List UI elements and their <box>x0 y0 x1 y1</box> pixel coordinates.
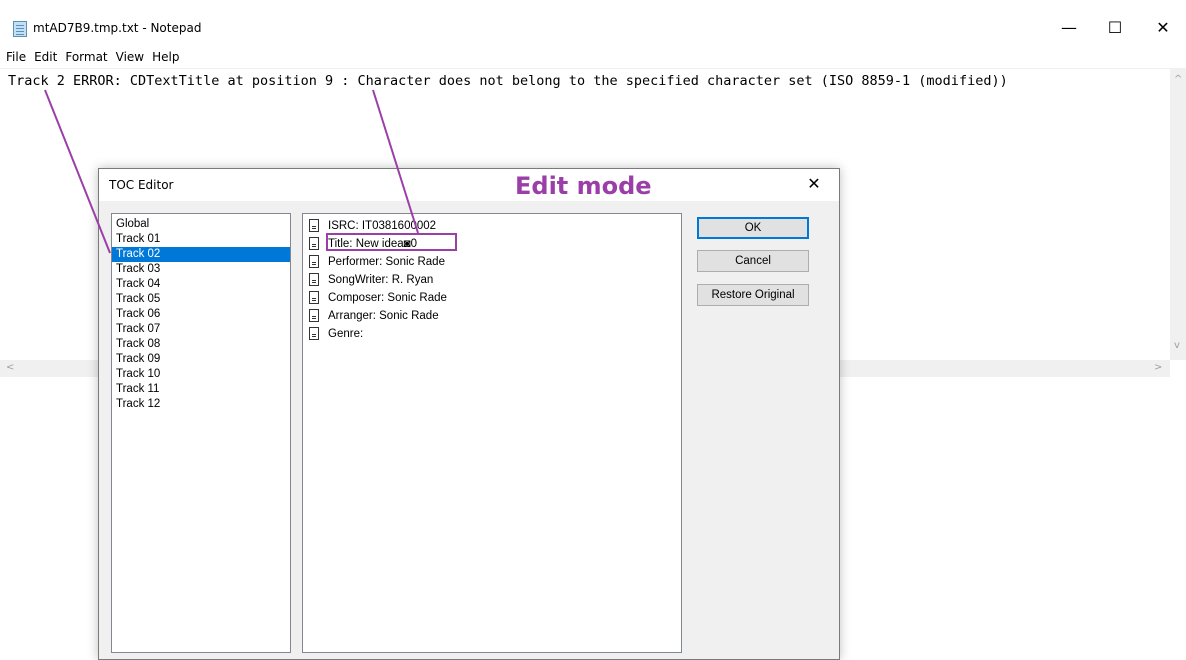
cancel-button[interactable]: Cancel <box>697 250 809 272</box>
document-icon <box>309 237 319 250</box>
field-arranger-label: Arranger: Sonic Rade <box>328 310 439 322</box>
scroll-down-icon[interactable]: v <box>1174 340 1180 351</box>
vertical-scrollbar[interactable]: ^ v <box>1170 68 1186 360</box>
cd-text-field-list[interactable]: ISRC: IT0381600002 Title: New idea◙0 Per… <box>302 213 682 653</box>
track-item-03[interactable]: Track 03 <box>112 262 290 277</box>
track-item-global[interactable]: Global <box>112 217 290 232</box>
track-item-05[interactable]: Track 05 <box>112 292 290 307</box>
track-item-06[interactable]: Track 06 <box>112 307 290 322</box>
edit-mode-annotation: Edit mode <box>515 172 652 200</box>
document-icon <box>309 219 319 232</box>
document-icon <box>309 291 319 304</box>
document-icon <box>309 327 319 340</box>
error-text: Track 2 ERROR: CDTextTitle at position 9… <box>8 73 1008 89</box>
toc-editor-dialog: TOC Editor ✕ Global Track 01 Track 02 Tr… <box>98 168 840 660</box>
scroll-left-icon[interactable]: < <box>6 362 14 373</box>
field-performer[interactable]: Performer: Sonic Rade <box>303 253 681 271</box>
window-title: mtAD7B9.tmp.txt - Notepad <box>33 21 202 35</box>
scroll-right-icon[interactable]: > <box>1154 362 1162 373</box>
track-item-07[interactable]: Track 07 <box>112 322 290 337</box>
menu-view[interactable]: View <box>116 50 144 64</box>
dialog-title: TOC Editor <box>109 178 174 192</box>
track-item-02-selected[interactable]: Track 02 <box>112 247 290 262</box>
field-genre[interactable]: Genre: <box>303 325 681 343</box>
field-isrc-label: ISRC: IT0381600002 <box>328 220 437 232</box>
track-item-09[interactable]: Track 09 <box>112 352 290 367</box>
menu-edit[interactable]: Edit <box>34 50 57 64</box>
track-item-12[interactable]: Track 12 <box>112 397 290 412</box>
minimize-button[interactable]: — <box>1046 12 1092 44</box>
close-button[interactable]: ✕ <box>1140 12 1186 44</box>
maximize-button[interactable]: ☐ <box>1092 12 1138 44</box>
menu-file[interactable]: File <box>6 50 26 64</box>
title-field-highlight <box>326 233 457 251</box>
track-item-08[interactable]: Track 08 <box>112 337 290 352</box>
document-icon <box>309 255 319 268</box>
field-arranger[interactable]: Arranger: Sonic Rade <box>303 307 681 325</box>
ok-button[interactable]: OK <box>697 217 809 239</box>
track-item-11[interactable]: Track 11 <box>112 382 290 397</box>
track-item-04[interactable]: Track 04 <box>112 277 290 292</box>
menu-help[interactable]: Help <box>152 50 179 64</box>
notepad-titlebar[interactable]: mtAD7B9.tmp.txt - Notepad — ☐ ✕ <box>0 0 1186 44</box>
document-icon <box>309 273 319 286</box>
scroll-up-icon[interactable]: ^ <box>1174 74 1182 85</box>
track-item-01[interactable]: Track 01 <box>112 232 290 247</box>
menu-format[interactable]: Format <box>65 50 107 64</box>
document-icon <box>309 309 319 322</box>
field-composer[interactable]: Composer: Sonic Rade <box>303 289 681 307</box>
field-songwriter-label: SongWriter: R. Ryan <box>328 274 434 286</box>
field-composer-label: Composer: Sonic Rade <box>328 292 447 304</box>
dialog-titlebar[interactable]: TOC Editor ✕ <box>99 169 839 201</box>
field-songwriter[interactable]: SongWriter: R. Ryan <box>303 271 681 289</box>
track-item-10[interactable]: Track 10 <box>112 367 290 382</box>
field-performer-label: Performer: Sonic Rade <box>328 256 445 268</box>
dialog-close-button[interactable]: ✕ <box>799 171 829 197</box>
track-list[interactable]: Global Track 01 Track 02 Track 03 Track … <box>111 213 291 653</box>
field-genre-label: Genre: <box>328 328 364 340</box>
notepad-icon <box>13 21 27 37</box>
restore-original-button[interactable]: Restore Original <box>697 284 809 306</box>
menu-bar: File Edit Format View Help <box>0 50 181 68</box>
